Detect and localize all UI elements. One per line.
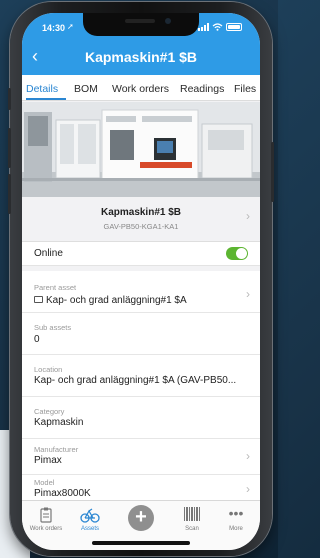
chevron-right-icon: › bbox=[246, 287, 250, 301]
sub-assets-field: Sub assets 0 bbox=[22, 313, 260, 355]
field-label: Model bbox=[34, 478, 55, 487]
nav-label: Scan bbox=[185, 526, 199, 532]
parent-asset-field[interactable]: Parent asset Kap- och grad anläggning#1 … bbox=[22, 271, 260, 313]
notch bbox=[83, 13, 199, 36]
asset-summary[interactable]: Kapmaskin#1 $B GAV-PB50-KGA1-KA1 › bbox=[22, 197, 260, 242]
asset-name: Kapmaskin#1 $B bbox=[100, 207, 182, 218]
tab-readings[interactable]: Readings bbox=[180, 83, 224, 95]
tab-bar: Details BOM Work orders Readings Files bbox=[22, 75, 260, 101]
power-button bbox=[271, 142, 274, 202]
add-button[interactable]: + bbox=[128, 505, 154, 531]
nav-assets[interactable]: Assets bbox=[70, 507, 110, 532]
field-label: Category bbox=[34, 407, 65, 416]
app-screen: 14:30 ➚ ‹ Kapmaskin#1 $B Details BOM Wor… bbox=[22, 13, 260, 550]
field-label: Parent asset bbox=[34, 283, 77, 292]
field-value: Kap- och grad anläggning#1 $A (GAV-PB50.… bbox=[34, 375, 237, 386]
model-field[interactable]: Model Pimax8000K › bbox=[22, 475, 260, 501]
folder-icon bbox=[34, 296, 43, 303]
field-value: Kapmaskin bbox=[34, 417, 84, 428]
signal-icon bbox=[198, 23, 209, 31]
barcode-icon bbox=[172, 507, 212, 523]
mute-switch bbox=[8, 88, 11, 110]
wifi-icon bbox=[212, 23, 223, 31]
field-value: 0 bbox=[34, 334, 40, 345]
status-time: 14:30 bbox=[42, 23, 66, 33]
clipboard-icon bbox=[26, 507, 66, 523]
location-field[interactable]: Location Kap- och grad anläggning#1 $A (… bbox=[22, 355, 260, 397]
nav-label: More bbox=[229, 526, 243, 532]
field-value: Kap- och grad anläggning#1 $A bbox=[46, 295, 187, 306]
category-field: Category Kapmaskin bbox=[22, 397, 260, 439]
volume-up-button bbox=[8, 128, 11, 168]
chevron-left-icon[interactable]: ‹ bbox=[32, 47, 38, 65]
nav-label: Assets bbox=[80, 526, 99, 532]
location-arrow-icon: ➚ bbox=[67, 22, 74, 31]
field-label: Manufacturer bbox=[34, 445, 79, 454]
chevron-right-icon: › bbox=[246, 209, 250, 223]
ellipsis-icon: ••• bbox=[228, 505, 244, 521]
page-title: Kapmaskin#1 $B bbox=[84, 49, 198, 65]
online-label: Online bbox=[34, 248, 63, 259]
chevron-right-icon: › bbox=[246, 482, 250, 496]
plus-icon: + bbox=[135, 506, 147, 528]
tab-files[interactable]: Files bbox=[234, 83, 256, 95]
nav-more[interactable]: ••• More bbox=[216, 505, 256, 532]
tab-bom[interactable]: BOM bbox=[74, 83, 98, 95]
field-value: Pimax bbox=[34, 455, 62, 466]
chevron-right-icon: › bbox=[246, 449, 250, 463]
tab-indicator bbox=[26, 98, 66, 100]
field-label: Sub assets bbox=[34, 323, 72, 332]
field-label: Location bbox=[34, 365, 63, 374]
tab-work-orders[interactable]: Work orders bbox=[112, 83, 169, 95]
asset-image bbox=[22, 102, 260, 197]
online-row: Online bbox=[22, 242, 260, 266]
nav-label: Work orders bbox=[29, 526, 63, 532]
asset-code: GAV-PB50-KGA1-KA1 bbox=[103, 222, 179, 231]
field-value: Pimax8000K bbox=[34, 488, 91, 499]
tab-details[interactable]: Details bbox=[26, 83, 58, 95]
manufacturer-field[interactable]: Manufacturer Pimax › bbox=[22, 439, 260, 475]
home-indicator bbox=[92, 541, 190, 545]
volume-down-button bbox=[8, 174, 11, 214]
nav-scan[interactable]: Scan bbox=[172, 507, 212, 532]
online-toggle[interactable] bbox=[226, 247, 248, 260]
battery-icon bbox=[226, 23, 242, 31]
nav-work-orders[interactable]: Work orders bbox=[26, 507, 66, 532]
bicycle-icon bbox=[70, 507, 110, 523]
